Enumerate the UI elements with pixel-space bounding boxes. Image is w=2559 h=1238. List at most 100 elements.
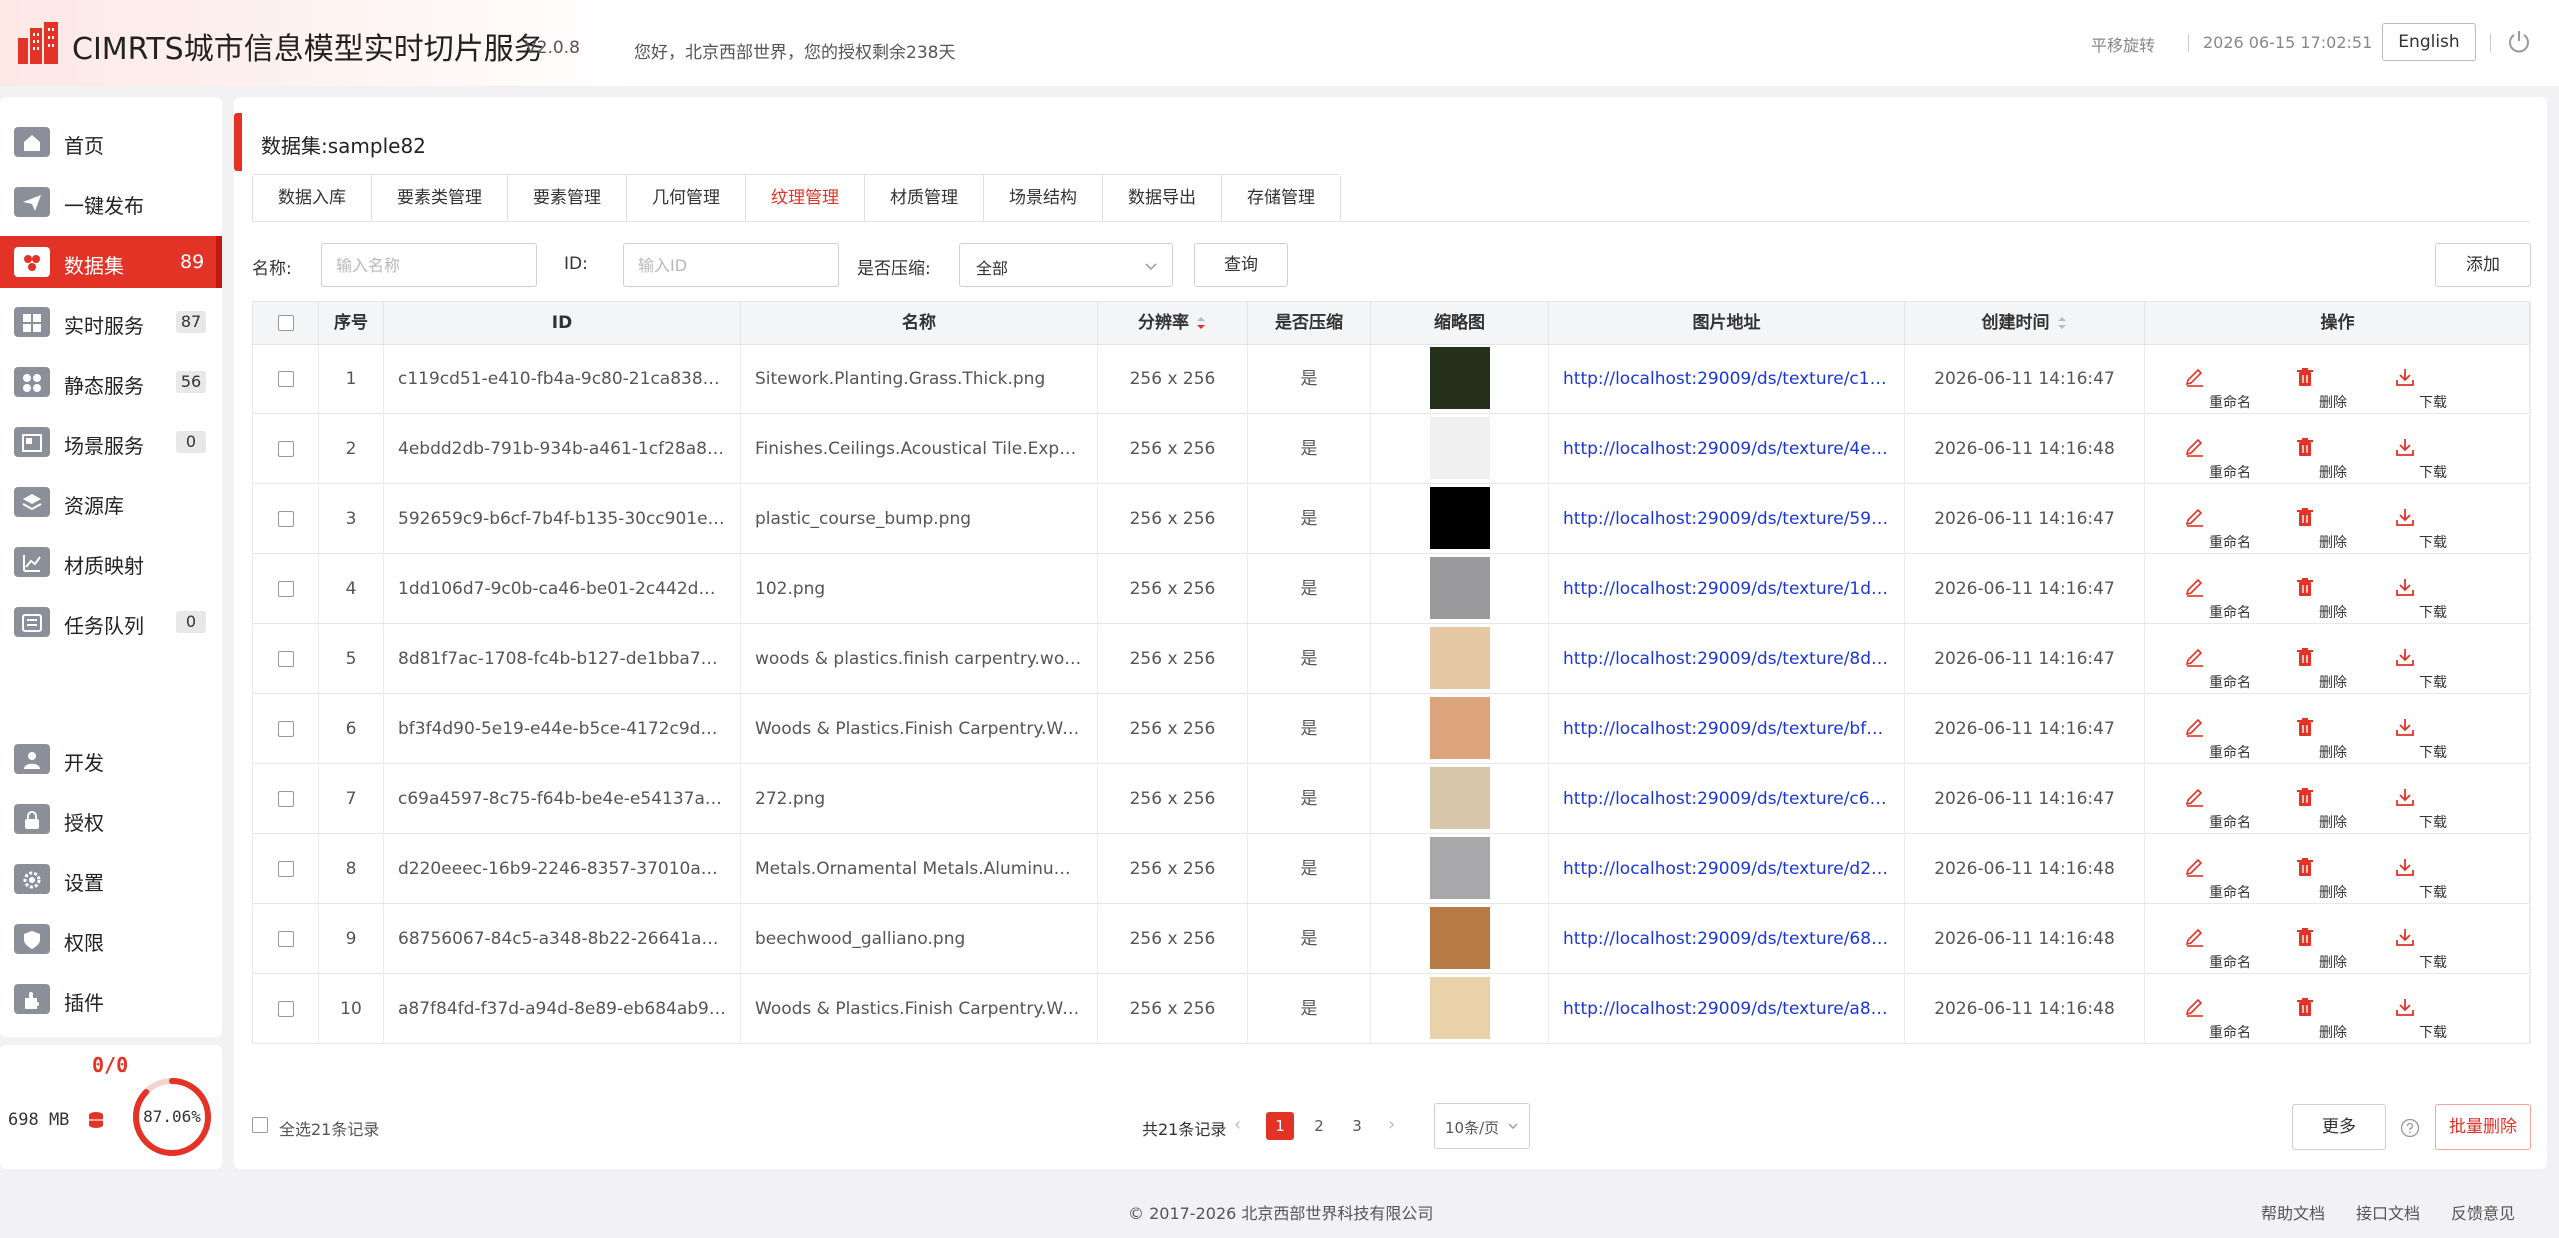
sidebar-item-5[interactable]: 场景服务 0 — [0, 416, 222, 468]
column-header-7[interactable]: 创建时间 — [1905, 302, 2145, 344]
rename-button[interactable]: 重命名 — [2185, 857, 2265, 901]
delete-button[interactable]: 删除 — [2295, 717, 2375, 761]
pan-rotate-toggle[interactable]: 平移旋转 — [2091, 32, 2155, 56]
row-checkbox[interactable] — [278, 581, 294, 597]
texture-url-link[interactable]: http://localhost:29009/ds/texture/5926… — [1549, 485, 1905, 553]
texture-url-link[interactable]: http://localhost:29009/ds/texture/c119… — [1549, 345, 1905, 413]
tab-2[interactable]: 要素管理 — [508, 175, 627, 221]
row-checkbox[interactable] — [278, 511, 294, 527]
delete-button[interactable]: 删除 — [2295, 997, 2375, 1041]
download-button[interactable]: 下载 — [2395, 367, 2475, 411]
delete-button[interactable]: 删除 — [2295, 437, 2375, 481]
row-checkbox[interactable] — [278, 721, 294, 737]
page-2[interactable]: 2 — [1305, 1112, 1333, 1140]
query-button[interactable]: 查询 — [1194, 243, 1288, 287]
rename-button[interactable]: 重命名 — [2185, 437, 2265, 481]
sidebar-item-3[interactable]: 实时服务 87 — [0, 296, 222, 348]
texture-thumbnail[interactable] — [1429, 837, 1490, 899]
texture-thumbnail[interactable] — [1429, 697, 1490, 759]
download-button[interactable]: 下载 — [2395, 577, 2475, 621]
row-checkbox[interactable] — [278, 861, 294, 877]
sidebar-item-10[interactable]: 授权 — [0, 793, 222, 845]
tab-3[interactable]: 几何管理 — [627, 175, 746, 221]
texture-url-link[interactable]: http://localhost:29009/ds/texture/6875… — [1549, 905, 1905, 973]
delete-button[interactable]: 删除 — [2295, 927, 2375, 971]
sidebar-item-9[interactable]: 开发 — [0, 733, 222, 785]
language-button[interactable]: English — [2382, 23, 2476, 61]
sidebar-item-8[interactable]: 任务队列 0 — [0, 596, 222, 648]
download-button[interactable]: 下载 — [2395, 857, 2475, 901]
tab-0[interactable]: 数据入库 — [253, 175, 372, 221]
api-docs-link[interactable]: 接口文档 — [2356, 1200, 2420, 1224]
page-3[interactable]: 3 — [1343, 1112, 1371, 1140]
delete-button[interactable]: 删除 — [2295, 647, 2375, 691]
download-button[interactable]: 下载 — [2395, 507, 2475, 551]
sidebar-item-4[interactable]: 静态服务 56 — [0, 356, 222, 408]
tab-8[interactable]: 存储管理 — [1222, 175, 1340, 221]
tab-7[interactable]: 数据导出 — [1103, 175, 1222, 221]
row-checkbox[interactable] — [278, 1001, 294, 1017]
sidebar-item-11[interactable]: 设置 — [0, 853, 222, 905]
texture-thumbnail[interactable] — [1429, 767, 1490, 829]
column-header-3[interactable]: 分辨率 — [1098, 302, 1248, 344]
delete-button[interactable]: 删除 — [2295, 857, 2375, 901]
delete-button[interactable]: 删除 — [2295, 787, 2375, 831]
delete-button[interactable]: 删除 — [2295, 507, 2375, 551]
row-checkbox[interactable] — [278, 931, 294, 947]
tab-5[interactable]: 材质管理 — [865, 175, 984, 221]
texture-thumbnail[interactable] — [1429, 977, 1490, 1039]
sidebar-item-7[interactable]: 材质映射 — [0, 536, 222, 588]
texture-thumbnail[interactable] — [1429, 627, 1490, 689]
header-checkbox[interactable] — [278, 315, 294, 331]
texture-url-link[interactable]: http://localhost:29009/ds/texture/a87f… — [1549, 975, 1905, 1043]
page-size-select[interactable]: 10条/页 — [1434, 1103, 1530, 1149]
tab-4[interactable]: 纹理管理 — [746, 175, 865, 221]
download-button[interactable]: 下载 — [2395, 787, 2475, 831]
page-1[interactable]: 1 — [1266, 1112, 1294, 1140]
sidebar-item-1[interactable]: 一键发布 — [0, 176, 222, 228]
rename-button[interactable]: 重命名 — [2185, 787, 2265, 831]
delete-button[interactable]: 删除 — [2295, 367, 2375, 411]
texture-url-link[interactable]: http://localhost:29009/ds/texture/bf3f4… — [1549, 695, 1905, 763]
texture-url-link[interactable]: http://localhost:29009/ds/texture/4ebd… — [1549, 415, 1905, 483]
select-all-checkbox[interactable] — [252, 1117, 268, 1133]
compressed-select[interactable]: 全部 — [959, 243, 1173, 287]
download-button[interactable]: 下载 — [2395, 437, 2475, 481]
delete-button[interactable]: 删除 — [2295, 577, 2375, 621]
help-docs-link[interactable]: 帮助文档 — [2261, 1200, 2325, 1224]
name-search-input[interactable] — [321, 243, 537, 287]
feedback-link[interactable]: 反馈意见 — [2451, 1200, 2515, 1224]
rename-button[interactable]: 重命名 — [2185, 997, 2265, 1041]
row-checkbox[interactable] — [278, 441, 294, 457]
download-button[interactable]: 下载 — [2395, 647, 2475, 691]
tab-6[interactable]: 场景结构 — [984, 175, 1103, 221]
tab-1[interactable]: 要素类管理 — [372, 175, 508, 221]
sidebar-item-13[interactable]: 插件 — [0, 973, 222, 1025]
download-button[interactable]: 下载 — [2395, 997, 2475, 1041]
prev-page-button[interactable]: ‹ — [1234, 1114, 1241, 1135]
texture-url-link[interactable]: http://localhost:29009/ds/texture/d220… — [1549, 835, 1905, 903]
row-checkbox[interactable] — [278, 371, 294, 387]
more-button[interactable]: 更多 — [2292, 1104, 2386, 1150]
rename-button[interactable]: 重命名 — [2185, 577, 2265, 621]
sidebar-item-12[interactable]: 权限 — [0, 913, 222, 965]
power-icon[interactable] — [2505, 28, 2533, 56]
texture-url-link[interactable]: http://localhost:29009/ds/texture/1dd1… — [1549, 555, 1905, 623]
texture-thumbnail[interactable] — [1429, 347, 1490, 409]
sidebar-item-2[interactable]: 数据集 89 — [0, 236, 222, 288]
download-button[interactable]: 下载 — [2395, 927, 2475, 971]
texture-thumbnail[interactable] — [1429, 907, 1490, 969]
texture-thumbnail[interactable] — [1429, 557, 1490, 619]
rename-button[interactable]: 重命名 — [2185, 717, 2265, 761]
texture-url-link[interactable]: http://localhost:29009/ds/texture/c69a… — [1549, 765, 1905, 833]
id-search-input[interactable] — [623, 243, 839, 287]
texture-thumbnail[interactable] — [1429, 417, 1490, 479]
rename-button[interactable]: 重命名 — [2185, 367, 2265, 411]
help-icon[interactable] — [2400, 1118, 2420, 1138]
sidebar-item-0[interactable]: 首页 — [0, 116, 222, 168]
rename-button[interactable]: 重命名 — [2185, 507, 2265, 551]
rename-button[interactable]: 重命名 — [2185, 647, 2265, 691]
next-page-button[interactable]: › — [1388, 1114, 1395, 1135]
rename-button[interactable]: 重命名 — [2185, 927, 2265, 971]
texture-thumbnail[interactable] — [1429, 487, 1490, 549]
